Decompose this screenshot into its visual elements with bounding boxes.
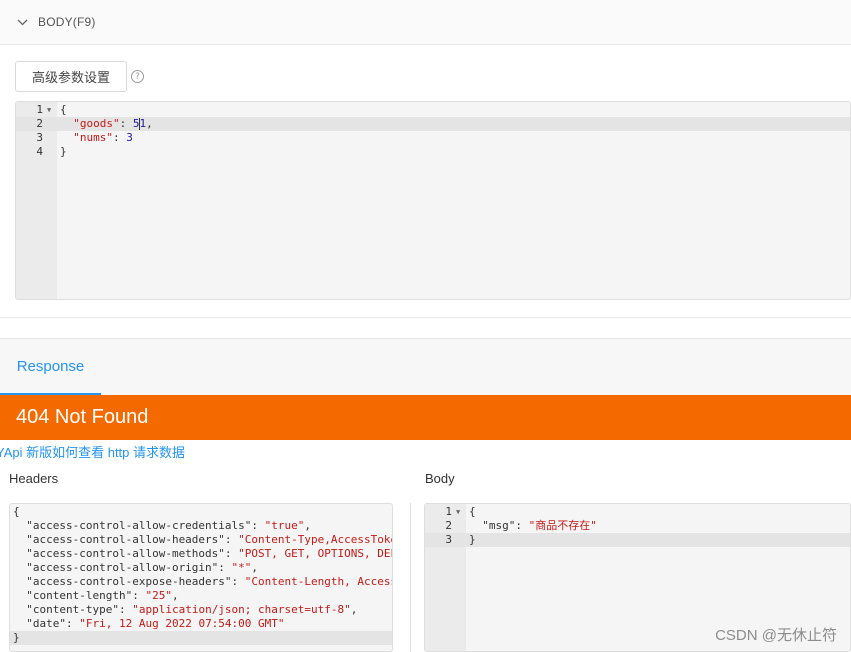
code-line[interactable]: 4}	[16, 145, 850, 159]
panel-separator	[410, 503, 411, 652]
code-token: ,	[171, 589, 179, 602]
code-token: ,	[251, 561, 259, 574]
fold-arrow-icon[interactable]: ▼	[47, 103, 51, 117]
fold-arrow-icon[interactable]: ▼	[456, 505, 460, 519]
code-token: "goods"	[73, 117, 120, 130]
code-line[interactable]: "access-control-expose-headers": "Conten…	[10, 575, 392, 589]
section-title: BODY(F9)	[38, 15, 96, 29]
advanced-params-button[interactable]: 高级参数设置	[15, 61, 127, 92]
code-text: "content-length": "25",	[13, 589, 179, 603]
code-line[interactable]: 1 ▼ {	[425, 505, 850, 519]
code-text: "nums": 3	[60, 131, 133, 145]
code-line[interactable]: 3}	[425, 533, 850, 547]
code-text: "content-type": "application/json; chars…	[13, 603, 357, 617]
code-token: ,	[304, 519, 312, 532]
code-text: "access-control-expose-headers": "Conten…	[13, 575, 393, 589]
code-text: {	[60, 103, 67, 117]
chevron-down-icon[interactable]	[16, 16, 28, 28]
code-line[interactable]: 3 "nums": 3	[16, 131, 850, 145]
line-number: 1	[36, 103, 43, 116]
code-token: "Fri, 12 Aug 2022 07:54:00 GMT"	[79, 617, 285, 630]
question-circle-icon[interactable]: ?	[131, 70, 144, 83]
line-number: 1	[445, 505, 452, 518]
code-token: 3	[126, 131, 133, 144]
code-line[interactable]: "content-length": "25",	[10, 589, 392, 603]
code-token: "content-length":	[13, 589, 146, 602]
code-token: "content-type":	[13, 603, 133, 616]
yapi-help-link[interactable]: YApi 新版如何查看 http 请求数据	[0, 442, 185, 461]
status-bar: 404 Not Found	[0, 395, 851, 440]
code-text: "date": "Fri, 12 Aug 2022 07:54:00 GMT"	[13, 617, 285, 631]
code-token: }	[13, 631, 20, 644]
response-headers-editor[interactable]: { "access-control-allow-credentials": "t…	[9, 503, 393, 652]
line-number: 4	[36, 145, 43, 158]
code-token: "Content-Length, Access	[244, 575, 393, 588]
code-text: "access-control-allow-credentials": "tru…	[13, 519, 311, 533]
code-text: "goods": 51,	[60, 117, 153, 131]
code-line[interactable]: 2 "goods": 51,	[16, 117, 850, 131]
code-token: :	[113, 131, 127, 144]
code-text: "access-control-allow-methods": "POST, G…	[13, 547, 393, 561]
code-text: }	[60, 145, 67, 159]
line-number: 3	[36, 131, 43, 144]
code-line[interactable]: 1 ▼ {	[16, 103, 850, 117]
code-line[interactable]: "access-control-allow-origin": "*",	[10, 561, 392, 575]
code-token: }	[469, 533, 476, 546]
code-line[interactable]: 2 "msg": "商品不存在"	[425, 519, 850, 533]
code-token: "nums"	[73, 131, 113, 144]
code-token: {	[469, 505, 476, 518]
code-token: "*"	[231, 561, 252, 574]
code-text: {	[13, 505, 20, 519]
code-token: {	[60, 103, 67, 116]
code-line[interactable]: }	[10, 631, 392, 645]
watermark: CSDN @无休止符	[715, 627, 837, 644]
code-token: :	[119, 117, 133, 130]
code-token: ,	[146, 117, 153, 130]
code-token: "Content-Type,AccessToke	[238, 533, 393, 546]
code-token: "date":	[13, 617, 80, 630]
headers-label: Headers	[9, 471, 59, 486]
code-token: "msg":	[469, 519, 529, 532]
line-number: 3	[445, 533, 452, 546]
line-number: 2	[36, 117, 43, 130]
section-divider	[0, 317, 851, 318]
code-token: "access-control-expose-headers":	[13, 575, 245, 588]
code-token: ,	[350, 603, 358, 616]
code-line[interactable]: "access-control-allow-credentials": "tru…	[10, 519, 392, 533]
code-text: "msg": "商品不存在"	[469, 519, 597, 533]
tab-response[interactable]: Response	[0, 339, 101, 395]
line-number: 2	[445, 519, 452, 532]
code-text: "access-control-allow-origin": "*",	[13, 561, 258, 575]
body-label: Body	[425, 471, 455, 486]
code-token: "access-control-allow-origin":	[13, 561, 232, 574]
request-body-editor[interactable]: 1 ▼{2 "goods": 51, 3 "nums": 3 4}	[15, 101, 851, 300]
code-token: "access-control-allow-headers":	[13, 533, 239, 546]
code-token: "access-control-allow-credentials":	[13, 519, 265, 532]
code-token: "25"	[145, 589, 172, 602]
code-token: {	[13, 505, 20, 518]
code-token: "true"	[264, 519, 305, 532]
code-text: "access-control-allow-headers": "Content…	[13, 533, 393, 547]
code-line[interactable]: {	[10, 505, 392, 519]
response-tabs-bar: Response	[0, 338, 851, 395]
code-line[interactable]: "content-type": "application/json; chars…	[10, 603, 392, 617]
body-section-header[interactable]: BODY(F9)	[0, 0, 851, 45]
code-text: }	[13, 631, 20, 645]
code-token: }	[60, 145, 67, 158]
code-text: }	[469, 533, 476, 547]
code-line[interactable]: "access-control-allow-headers": "Content…	[10, 533, 392, 547]
code-token: "商品不存在"	[528, 519, 597, 532]
code-text: {	[469, 505, 476, 519]
code-token: "access-control-allow-methods":	[13, 547, 239, 560]
status-text: 404 Not Found	[16, 406, 149, 428]
code-token: "POST, GET, OPTIONS, DEL	[238, 547, 393, 560]
code-line[interactable]: "date": "Fri, 12 Aug 2022 07:54:00 GMT"	[10, 617, 392, 631]
code-token: "application/json; charset=utf-8"	[132, 603, 351, 616]
code-line[interactable]: "access-control-allow-methods": "POST, G…	[10, 547, 392, 561]
